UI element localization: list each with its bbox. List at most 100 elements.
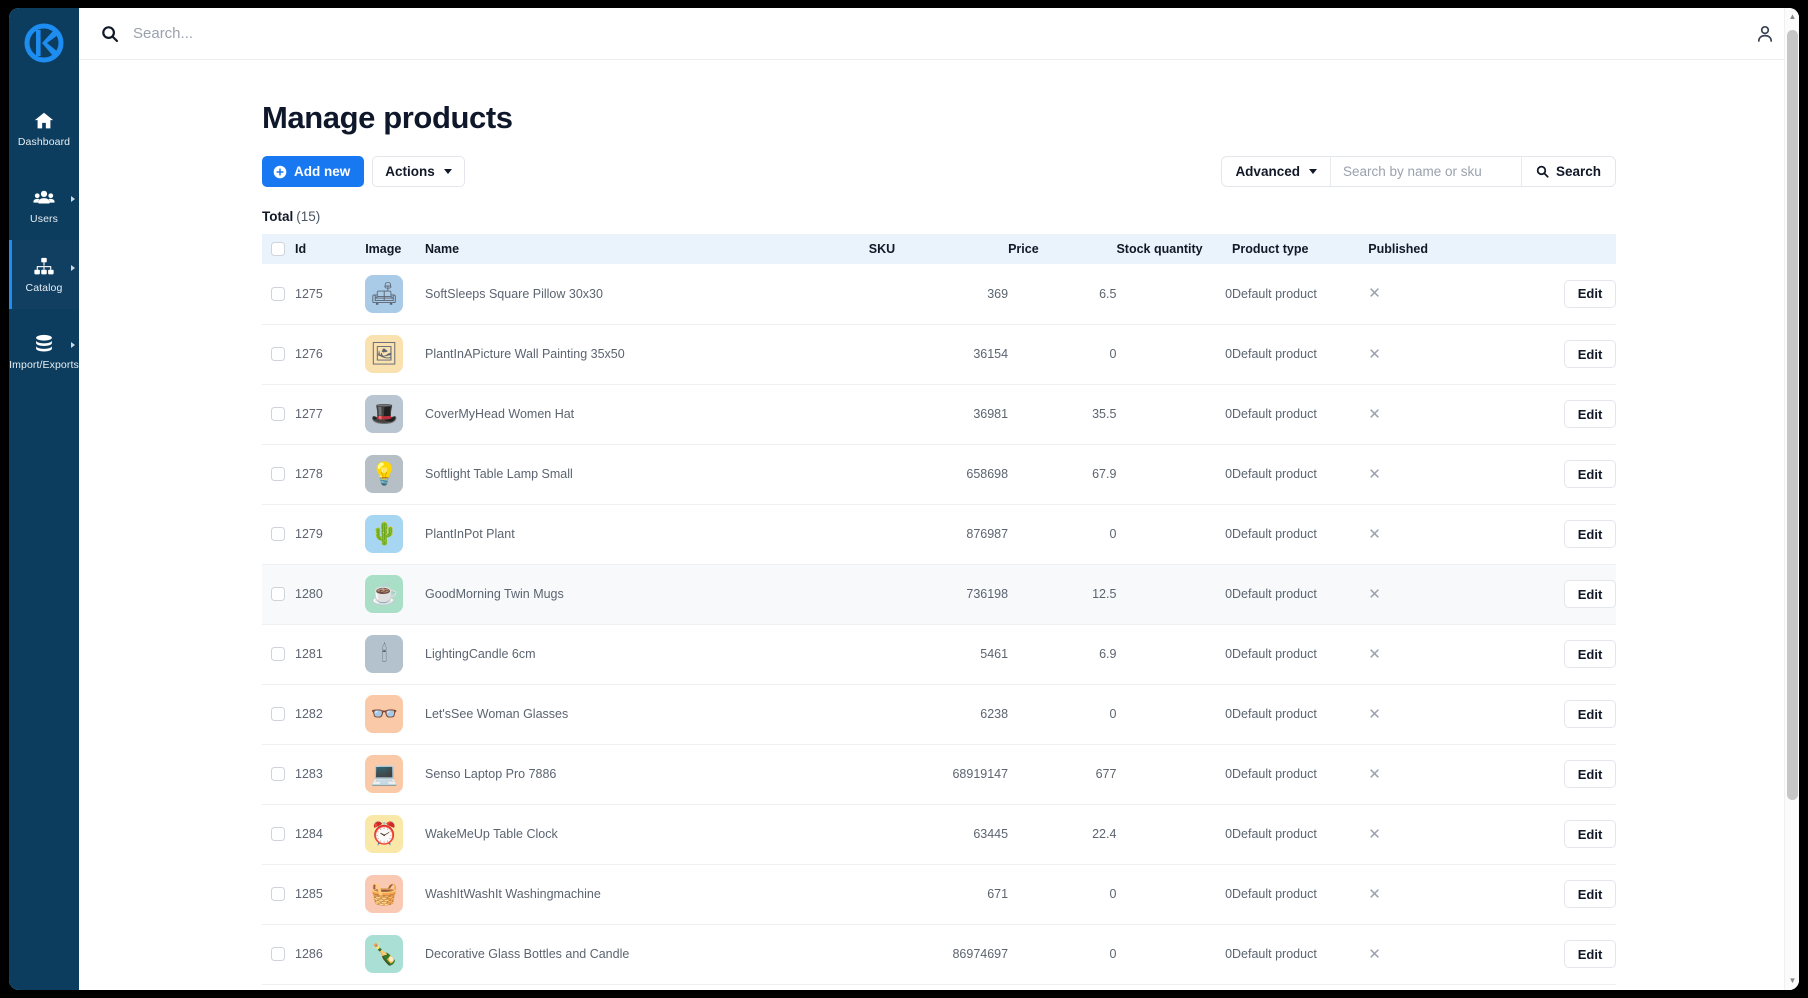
close-x-icon[interactable]: ✕ [1368, 347, 1381, 362]
table-row[interactable]: 1278💡Softlight Table Lamp Small65869867.… [262, 444, 1616, 504]
advanced-dropdown-button[interactable]: Advanced [1222, 157, 1331, 186]
edit-button[interactable]: Edit [1564, 880, 1616, 908]
global-search-input[interactable] [133, 25, 1755, 42]
table-row[interactable]: 1285🧺WashItWashIt Washingmachine67100Def… [262, 864, 1616, 924]
table-row[interactable]: 1283💻Senso Laptop Pro 7886689191476770De… [262, 744, 1616, 804]
cell-name: PlantInAPicture Wall Painting 35x50 [425, 324, 869, 384]
chevron-down-icon [444, 169, 452, 174]
close-x-icon[interactable]: ✕ [1368, 527, 1381, 542]
row-checkbox[interactable] [271, 347, 285, 361]
sidebar-item-dashboard[interactable]: Dashboard [9, 94, 79, 163]
edit-button[interactable]: Edit [1564, 940, 1616, 968]
table-row[interactable]: 1277🎩CoverMyHead Women Hat3698135.50Defa… [262, 384, 1616, 444]
edit-button[interactable]: Edit [1564, 700, 1616, 728]
main-area: Manage products Add new [79, 8, 1799, 990]
row-checkbox[interactable] [271, 527, 285, 541]
edit-button[interactable]: Edit [1564, 640, 1616, 668]
close-x-icon[interactable]: ✕ [1368, 647, 1381, 662]
close-x-icon[interactable]: ✕ [1368, 827, 1381, 842]
cell-name: GoodMorning Twin Mugs [425, 564, 869, 624]
cell-published: ✕ [1368, 504, 1492, 564]
scroll-up-arrow[interactable]: ▲ [1785, 10, 1799, 24]
edit-button[interactable]: Edit [1564, 340, 1616, 368]
row-checkbox[interactable] [271, 707, 285, 721]
cell-name: WakeMeUp Table Clock [425, 804, 869, 864]
row-checkbox[interactable] [271, 287, 285, 301]
cell-product-type: Default product [1232, 264, 1368, 324]
header-actions [1492, 234, 1616, 264]
cell-product-type: Default product [1232, 804, 1368, 864]
select-all-checkbox[interactable] [271, 242, 285, 256]
close-x-icon[interactable]: ✕ [1368, 767, 1381, 782]
header-image[interactable]: Image [365, 234, 425, 264]
header-stock[interactable]: Stock quantity [1116, 234, 1232, 264]
close-x-icon[interactable]: ✕ [1368, 407, 1381, 422]
app-logo[interactable] [9, 8, 79, 78]
row-checkbox[interactable] [271, 587, 285, 601]
add-new-button[interactable]: Add new [262, 156, 364, 187]
row-select-cell [262, 924, 295, 984]
header-type[interactable]: Product type [1232, 234, 1368, 264]
search-button[interactable]: Search [1521, 157, 1615, 186]
row-checkbox[interactable] [271, 647, 285, 661]
header-published[interactable]: Published [1368, 234, 1492, 264]
close-x-icon[interactable]: ✕ [1368, 887, 1381, 902]
edit-button[interactable]: Edit [1564, 400, 1616, 428]
sidebar-item-users[interactable]: Users [9, 171, 79, 240]
edit-button[interactable]: Edit [1564, 760, 1616, 788]
table-row[interactable]: 1280☕GoodMorning Twin Mugs73619812.50Def… [262, 564, 1616, 624]
cell-price: 0 [1008, 324, 1116, 384]
close-x-icon[interactable]: ✕ [1368, 707, 1381, 722]
row-checkbox[interactable] [271, 407, 285, 421]
row-select-cell [262, 324, 295, 384]
row-select-cell [262, 624, 295, 684]
actions-dropdown-button[interactable]: Actions [372, 156, 465, 187]
sidebar-item-catalog[interactable]: Catalog [9, 240, 79, 309]
table-row[interactable]: 1284⏰WakeMeUp Table Clock6344522.40Defau… [262, 804, 1616, 864]
table-row[interactable]: 1279🌵PlantInPot Plant87698700Default pro… [262, 504, 1616, 564]
cell-image: 🧺 [365, 864, 425, 924]
table-row[interactable]: 1286🍾Decorative Glass Bottles and Candle… [262, 924, 1616, 984]
table-row[interactable]: 1276🖼PlantInAPicture Wall Painting 35x50… [262, 324, 1616, 384]
cell-name: CoverMyHead Women Hat [425, 384, 869, 444]
row-checkbox[interactable] [271, 827, 285, 841]
cell-price: 12.5 [1008, 564, 1116, 624]
scrollbar-thumb[interactable] [1787, 30, 1798, 800]
close-x-icon[interactable]: ✕ [1368, 587, 1381, 602]
edit-button[interactable]: Edit [1564, 280, 1616, 308]
total-label: Total [262, 209, 293, 224]
edit-button[interactable]: Edit [1564, 820, 1616, 848]
close-x-icon[interactable]: ✕ [1368, 286, 1381, 301]
close-x-icon[interactable]: ✕ [1368, 467, 1381, 482]
edit-button[interactable]: Edit [1564, 460, 1616, 488]
row-checkbox[interactable] [271, 767, 285, 781]
cell-image: 🕯 [365, 624, 425, 684]
table-row[interactable]: 1281🕯LightingCandle 6cm54616.90Default p… [262, 624, 1616, 684]
row-checkbox[interactable] [271, 947, 285, 961]
header-id[interactable]: Id [295, 234, 365, 264]
cell-sku: 658698 [869, 444, 1008, 504]
vertical-scrollbar[interactable]: ▲ ▼ [1784, 8, 1799, 990]
cell-actions: Edit [1492, 804, 1616, 864]
close-x-icon[interactable]: ✕ [1368, 947, 1381, 962]
sidebar-item-import-exports[interactable]: Import/Exports [9, 317, 79, 386]
user-account-icon[interactable] [1755, 24, 1775, 44]
cell-image: 👓 [365, 684, 425, 744]
scroll-down-arrow[interactable]: ▼ [1785, 974, 1799, 988]
row-checkbox[interactable] [271, 887, 285, 901]
cell-actions: Edit [1492, 924, 1616, 984]
product-thumbnail: 🛋 [365, 275, 403, 313]
edit-button[interactable]: Edit [1564, 580, 1616, 608]
product-thumbnail: 🖼 [365, 335, 403, 373]
search-input[interactable] [1331, 157, 1521, 186]
row-checkbox[interactable] [271, 467, 285, 481]
page-title: Manage products [79, 100, 1799, 136]
product-thumbnail: 🌵 [365, 515, 403, 553]
header-sku[interactable]: SKU [869, 234, 1008, 264]
cell-published: ✕ [1368, 624, 1492, 684]
table-row[interactable]: 1275🛋SoftSleeps Square Pillow 30x303696.… [262, 264, 1616, 324]
header-price[interactable]: Price [1008, 234, 1116, 264]
header-name[interactable]: Name [425, 234, 869, 264]
table-row[interactable]: 1282👓Let'sSee Woman Glasses623800Default… [262, 684, 1616, 744]
edit-button[interactable]: Edit [1564, 520, 1616, 548]
